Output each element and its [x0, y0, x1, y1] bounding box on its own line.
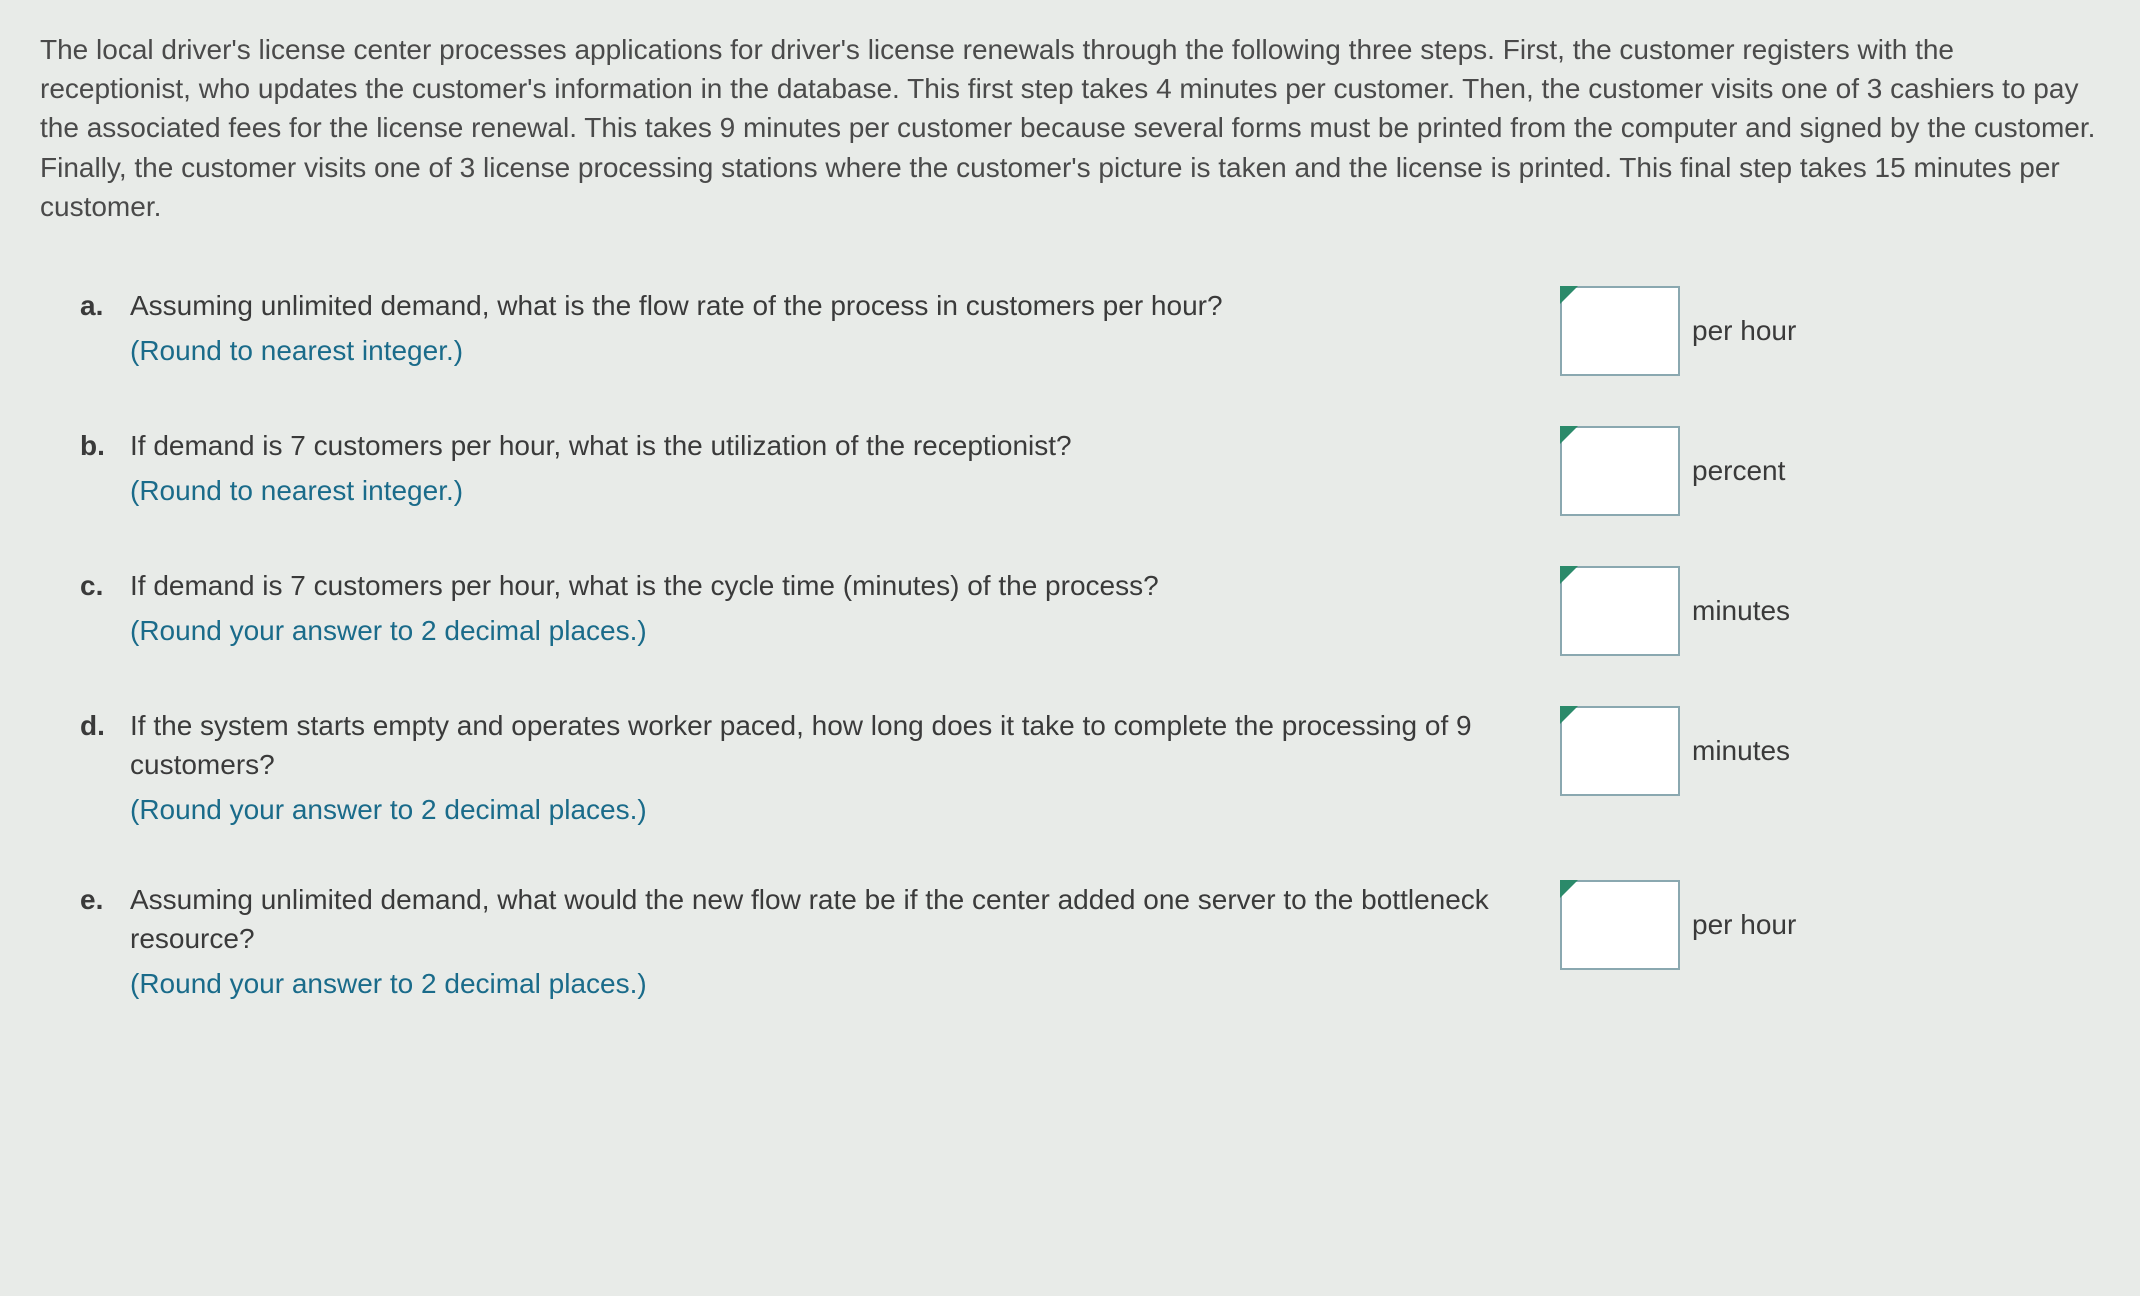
question-hint-c: (Round your answer to 2 decimal places.): [130, 611, 1560, 650]
question-label-c: c.: [80, 566, 130, 605]
question-e: e. Assuming unlimited demand, what would…: [40, 880, 2100, 1004]
answer-input-b[interactable]: [1560, 426, 1680, 516]
question-label-e: e.: [80, 880, 130, 919]
answer-input-d[interactable]: [1560, 706, 1680, 796]
problem-intro: The local driver's license center proces…: [40, 30, 2100, 226]
question-hint-e: (Round your answer to 2 decimal places.): [130, 964, 1560, 1003]
question-d: d. If the system starts empty and operat…: [40, 706, 2100, 830]
question-hint-d: (Round your answer to 2 decimal places.): [130, 790, 1560, 829]
question-text-e: Assuming unlimited demand, what would th…: [130, 880, 1560, 958]
answer-input-e[interactable]: [1560, 880, 1680, 970]
unit-label-d: minutes: [1692, 731, 1790, 770]
question-hint-b: (Round to nearest integer.): [130, 471, 1560, 510]
input-corner-tag: [1560, 706, 1578, 724]
input-corner-tag: [1560, 566, 1578, 584]
question-label-b: b.: [80, 426, 130, 465]
answer-input-a[interactable]: [1560, 286, 1680, 376]
question-hint-a: (Round to nearest integer.): [130, 331, 1560, 370]
unit-label-a: per hour: [1692, 311, 1796, 350]
question-text-a: Assuming unlimited demand, what is the f…: [130, 286, 1560, 325]
input-corner-tag: [1560, 426, 1578, 444]
question-label-d: d.: [80, 706, 130, 745]
question-text-c: If demand is 7 customers per hour, what …: [130, 566, 1560, 605]
question-text-d: If the system starts empty and operates …: [130, 706, 1560, 784]
unit-label-e: per hour: [1692, 905, 1796, 944]
input-corner-tag: [1560, 880, 1578, 898]
question-b: b. If demand is 7 customers per hour, wh…: [40, 426, 2100, 516]
unit-label-b: percent: [1692, 451, 1785, 490]
input-corner-tag: [1560, 286, 1578, 304]
question-c: c. If demand is 7 customers per hour, wh…: [40, 566, 2100, 656]
question-label-a: a.: [80, 286, 130, 325]
question-a: a. Assuming unlimited demand, what is th…: [40, 286, 2100, 376]
unit-label-c: minutes: [1692, 591, 1790, 630]
question-text-b: If demand is 7 customers per hour, what …: [130, 426, 1560, 465]
answer-input-c[interactable]: [1560, 566, 1680, 656]
